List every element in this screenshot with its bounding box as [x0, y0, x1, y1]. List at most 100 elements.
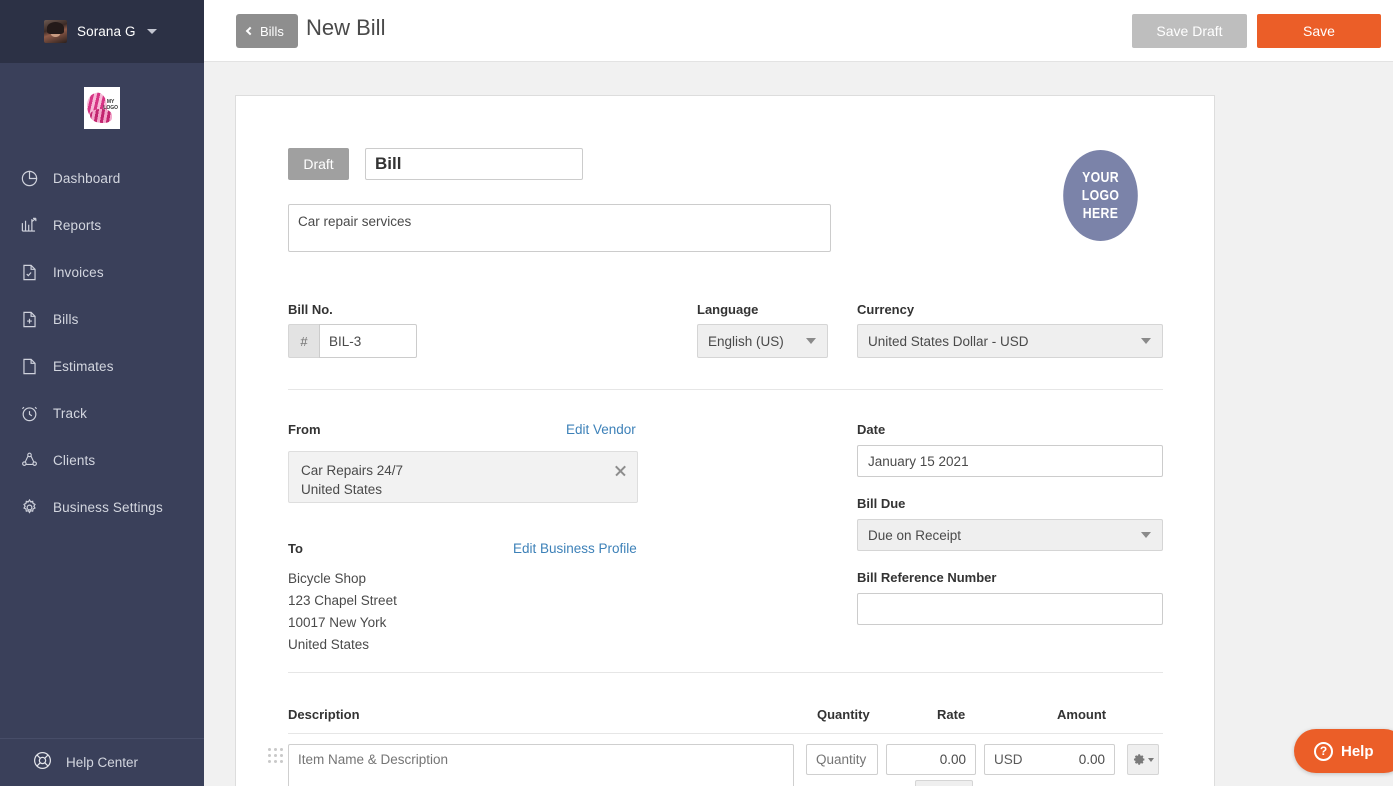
bill-no-label: Bill No.	[288, 302, 333, 317]
date-input[interactable]	[857, 445, 1163, 477]
sidebar-item-label: Dashboard	[53, 171, 120, 186]
sidebar-item-help-center[interactable]: Help Center	[0, 738, 204, 786]
address-line: 10017 New York	[288, 612, 397, 634]
brand-logo: MYLOGO	[84, 87, 120, 129]
gear-icon	[18, 497, 40, 519]
user-name: Sorana G	[77, 24, 136, 39]
document-check-icon	[18, 262, 40, 284]
language-value: English (US)	[708, 334, 784, 349]
currency-select[interactable]: United States Dollar - USD	[857, 324, 1163, 358]
row-drag-handle[interactable]	[268, 748, 282, 765]
document-icon	[18, 356, 40, 378]
item-quantity-input[interactable]	[806, 744, 878, 775]
sidebar-item-bills[interactable]: Bills	[0, 296, 204, 343]
address-line: 123 Chapel Street	[288, 590, 397, 612]
back-to-bills-button[interactable]: Bills	[236, 14, 298, 48]
table-header-rule	[288, 733, 1163, 734]
chevron-down-icon[interactable]	[147, 29, 157, 34]
bill-description-textarea[interactable]	[288, 204, 831, 252]
chevron-down-icon	[1148, 758, 1154, 762]
bill-due-select[interactable]: Due on Receipt	[857, 519, 1163, 551]
sidebar-item-label: Bills	[53, 312, 79, 327]
column-header-quantity: Quantity	[817, 707, 870, 722]
sidebar-item-label: Business Settings	[53, 500, 163, 515]
alarm-clock-icon	[18, 403, 40, 425]
amount-currency: USD	[994, 752, 1023, 767]
brand-logo-shape-2	[90, 109, 112, 123]
section-divider	[288, 672, 1163, 673]
currency-value: United States Dollar - USD	[868, 334, 1029, 349]
business-address: Bicycle Shop 123 Chapel Street 10017 New…	[288, 568, 397, 656]
sidebar-item-estimates[interactable]: Estimates	[0, 343, 204, 390]
column-header-description: Description	[288, 707, 360, 722]
user-avatar-photo	[44, 20, 67, 43]
bill-no-group: #	[288, 324, 417, 358]
document-plus-icon	[18, 309, 40, 331]
sidebar-item-dashboard[interactable]: Dashboard	[0, 155, 204, 202]
help-widget-label: Help	[1341, 743, 1374, 760]
to-label: To	[288, 541, 303, 556]
brand-logo-text: MYLOGO	[103, 100, 118, 111]
column-header-rate: Rate	[937, 707, 965, 722]
chevron-down-icon	[1141, 532, 1151, 538]
logo-line-1: YOUR	[1082, 169, 1119, 187]
chevron-left-icon	[246, 26, 254, 34]
sidebar-item-label: Track	[53, 406, 87, 421]
page-title: New Bill	[306, 15, 385, 41]
sidebar-item-label: Help Center	[66, 755, 138, 770]
bill-due-label: Bill Due	[857, 496, 905, 511]
bar-chart-icon	[18, 215, 40, 237]
vendor-name: Car Repairs 24/7	[301, 461, 625, 480]
date-label: Date	[857, 422, 885, 437]
edit-vendor-link[interactable]: Edit Vendor	[566, 422, 636, 437]
edit-business-profile-link[interactable]: Edit Business Profile	[513, 541, 637, 556]
close-icon[interactable]	[614, 464, 627, 477]
amount-value: 0.00	[1079, 752, 1105, 767]
sidebar-item-reports[interactable]: Reports	[0, 202, 204, 249]
help-widget-button[interactable]: ? Help	[1294, 729, 1393, 773]
people-icon	[18, 450, 40, 472]
chevron-down-icon	[806, 338, 816, 344]
vendor-card: Car Repairs 24/7 United States	[288, 451, 638, 503]
question-circle-icon: ?	[1314, 742, 1333, 761]
save-draft-button[interactable]: Save Draft	[1132, 14, 1247, 48]
address-line: United States	[288, 634, 397, 656]
save-button[interactable]: Save	[1257, 14, 1381, 48]
sidebar-item-label: Invoices	[53, 265, 104, 280]
currency-label: Currency	[857, 302, 914, 317]
bill-reference-label: Bill Reference Number	[857, 570, 996, 585]
bill-due-value: Due on Receipt	[868, 528, 961, 543]
item-amount-field: USD 0.00	[984, 744, 1115, 775]
pie-chart-icon	[18, 168, 40, 190]
logo-line-3: HERE	[1083, 205, 1118, 223]
gear-icon	[1133, 753, 1146, 766]
sidebar-item-business-settings[interactable]: Business Settings	[0, 484, 204, 531]
sidebar-item-clients[interactable]: Clients	[0, 437, 204, 484]
sidebar-item-track[interactable]: Track	[0, 390, 204, 437]
language-select[interactable]: English (US)	[697, 324, 828, 358]
section-divider	[288, 389, 1163, 390]
column-header-amount: Amount	[1057, 707, 1106, 722]
item-description-input[interactable]	[288, 744, 794, 786]
vendor-country: United States	[301, 480, 625, 499]
logo-line-2: LOGO	[1082, 187, 1120, 205]
hash-icon: #	[288, 324, 319, 358]
language-label: Language	[697, 302, 758, 317]
bill-title-input[interactable]	[365, 148, 583, 180]
sidebar-item-label: Estimates	[53, 359, 114, 374]
back-button-label: Bills	[260, 24, 284, 39]
bill-no-input[interactable]	[319, 324, 417, 358]
lifebuoy-icon	[32, 750, 53, 776]
bill-reference-input[interactable]	[857, 593, 1163, 625]
sidebar-item-label: Reports	[53, 218, 101, 233]
logo-placeholder[interactable]: YOUR LOGO HERE	[1063, 150, 1138, 241]
item-tax-select[interactable]	[915, 780, 973, 786]
item-options-button[interactable]	[1127, 744, 1159, 775]
item-rate-input[interactable]	[886, 744, 976, 775]
chevron-down-icon	[1141, 338, 1151, 344]
sidebar-item-invoices[interactable]: Invoices	[0, 249, 204, 296]
from-label: From	[288, 422, 321, 437]
user-menu[interactable]: Sorana G	[0, 0, 204, 63]
sidebar-nav: Dashboard Reports Invoices	[0, 155, 204, 531]
address-line: Bicycle Shop	[288, 568, 397, 590]
